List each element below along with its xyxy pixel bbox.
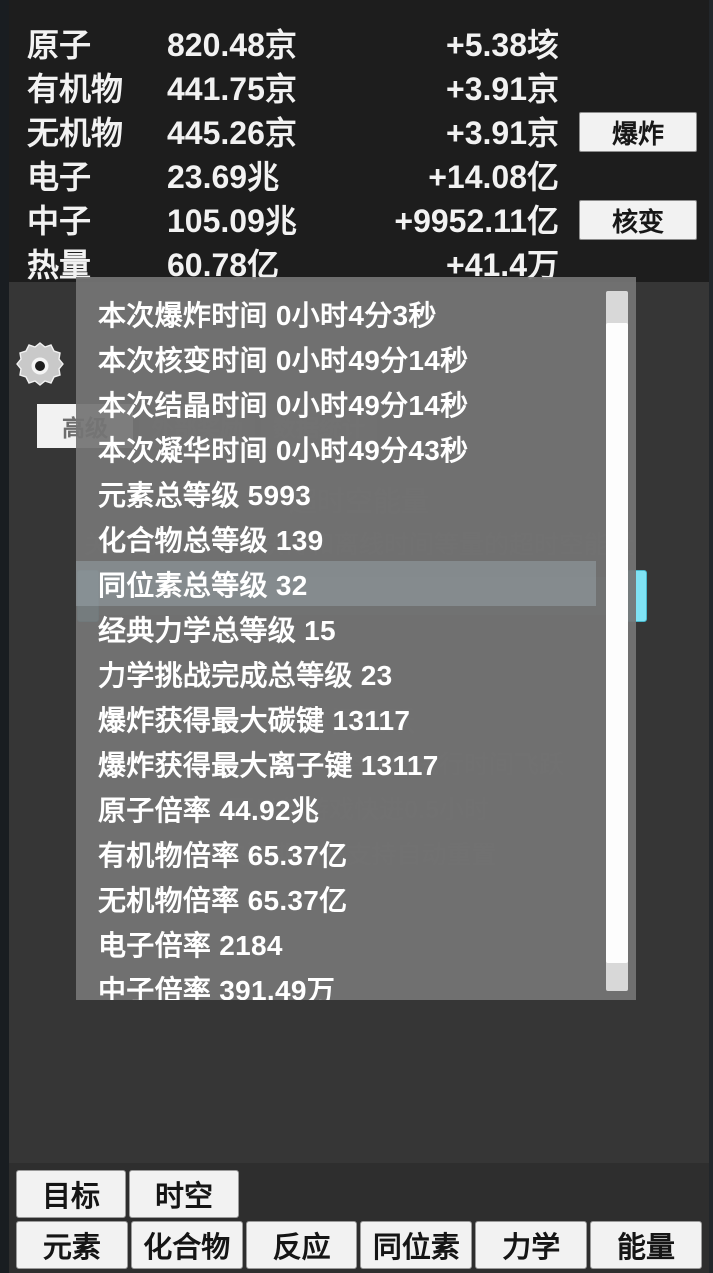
stat-delta: +14.08亿	[428, 159, 559, 195]
list-item-selected[interactable]: 同位素总等级 32	[76, 561, 596, 606]
screen-edge-right	[709, 0, 713, 1273]
list-item[interactable]: 元素总等级 5993	[76, 471, 596, 516]
app-screen: 高级 外部奖励 数据统计 超时空能量 关闭游戏后可以获得和离线时间等量的超时空能…	[0, 0, 713, 1273]
list-item[interactable]: 本次凝华时间 0小时49分43秒	[76, 426, 596, 471]
stat-row: 有机物 441.75京 +3.91京	[9, 64, 569, 110]
stat-row: 电子 23.69兆 +14.08亿	[9, 152, 569, 198]
stats-panel: 原子 820.48京 +5.38垓 有机物 441.75京 +3.91京 无机物…	[9, 0, 713, 283]
tab-compounds[interactable]: 化合物	[130, 1221, 243, 1269]
list-item[interactable]: 电子倍率 2184	[76, 921, 596, 966]
tab-energy[interactable]: 能量	[590, 1221, 702, 1269]
stat-delta: +9952.11亿	[394, 203, 559, 239]
stat-row: 中子 105.09兆 +9952.11亿	[9, 196, 569, 242]
stat-label: 中子	[27, 203, 92, 239]
list-item[interactable]: 中子倍率 391.49万	[76, 966, 596, 1001]
list-item[interactable]: 爆炸获得最大碳键 13117	[76, 696, 596, 741]
stat-delta: +3.91京	[446, 115, 559, 151]
tab-spacetime[interactable]: 时空	[129, 1170, 239, 1218]
tab-elements[interactable]: 元素	[16, 1221, 128, 1269]
stat-value: 23.69兆	[167, 159, 280, 195]
stat-value: 445.26京	[167, 115, 297, 151]
stat-label: 有机物	[27, 71, 124, 107]
stat-value: 441.75京	[167, 71, 297, 107]
scrollbar-thumb[interactable]	[606, 323, 628, 963]
dialog-scrollbar[interactable]	[606, 291, 628, 991]
bottom-tabrow-primary: 目标 时空	[9, 1170, 709, 1221]
fusion-button[interactable]: 核变	[579, 200, 697, 240]
stat-label: 无机物	[27, 115, 124, 151]
stat-label: 电子	[27, 159, 92, 195]
stat-delta: +3.91京	[446, 71, 559, 107]
bottom-navigation: 目标 时空 元素 化合物 反应 同位素 力学 能量	[9, 1170, 709, 1273]
explode-button[interactable]: 爆炸	[579, 112, 697, 152]
list-item[interactable]: 有机物倍率 65.37亿	[76, 831, 596, 876]
stat-row: 无机物 445.26京 +3.91京	[9, 108, 569, 154]
list-item[interactable]: 本次核变时间 0小时49分14秒	[76, 336, 596, 381]
list-item[interactable]: 化合物总等级 139	[76, 516, 596, 561]
list-item[interactable]: 原子倍率 44.92兆	[76, 786, 596, 831]
list-item[interactable]: 本次结晶时间 0小时49分14秒	[76, 381, 596, 426]
list-item[interactable]: 无机物倍率 65.37亿	[76, 876, 596, 921]
list-item[interactable]: 爆炸获得最大离子键 13117	[76, 741, 596, 786]
tab-reactions[interactable]: 反应	[245, 1221, 358, 1269]
statistics-list[interactable]: 本次爆炸时间 0小时4分3秒 本次核变时间 0小时49分14秒 本次结晶时间 0…	[76, 291, 596, 1000]
list-item[interactable]: 经典力学总等级 15	[76, 606, 596, 651]
stat-value: 105.09兆	[167, 203, 297, 239]
stat-value: 820.48京	[167, 27, 297, 63]
tab-goals[interactable]: 目标	[16, 1170, 126, 1218]
gear-icon[interactable]	[14, 340, 66, 392]
screen-edge-left	[0, 0, 9, 1273]
stat-label: 原子	[27, 27, 92, 63]
tab-isotopes[interactable]: 同位素	[360, 1221, 473, 1269]
stat-row: 原子 820.48京 +5.38垓	[9, 20, 569, 66]
list-item[interactable]: 本次爆炸时间 0小时4分3秒	[76, 291, 596, 336]
statistics-dialog: 本次爆炸时间 0小时4分3秒 本次核变时间 0小时49分14秒 本次结晶时间 0…	[76, 277, 636, 1000]
bottom-tabrow-secondary: 元素 化合物 反应 同位素 力学 能量	[9, 1221, 709, 1273]
tab-mechanics[interactable]: 力学	[475, 1221, 588, 1269]
stat-delta: +5.38垓	[446, 27, 559, 63]
list-item[interactable]: 力学挑战完成总等级 23	[76, 651, 596, 696]
